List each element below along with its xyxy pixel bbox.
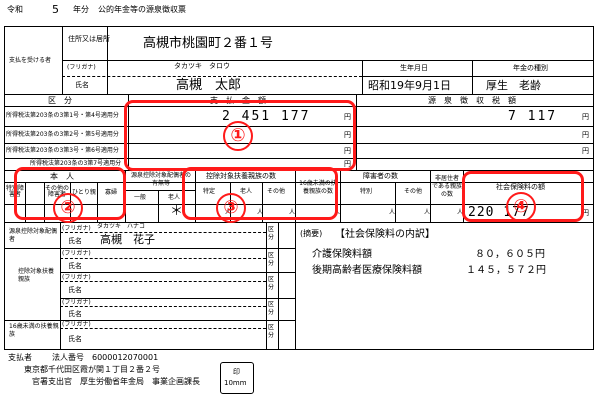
summary-title: 【社会保険料の内訳】: [335, 229, 435, 240]
payment-row-2: 所得税法第203条の3第2号・第5号適用分: [6, 131, 119, 138]
division-label: 区 分: [48, 96, 72, 105]
recipient-address: 高槻市桃園町２番１号: [143, 36, 274, 51]
general-label: 一般: [134, 194, 147, 201]
dep1-kubun: 区分: [268, 252, 275, 267]
dep1-furigana-label: (フリガナ): [62, 250, 91, 257]
summary-item-2-value: １４５，５７２円: [466, 265, 546, 276]
recipient-name: 高槻 太郎: [176, 78, 242, 93]
elderly-label: 老人: [168, 194, 181, 201]
payer-officer: 官署支出官 厚生労働省年金局 事業企画課長: [32, 377, 200, 386]
u16-name-label: 氏名: [68, 335, 82, 343]
seal-box: 印 10mm: [220, 362, 254, 394]
dep2-name-label: 氏名: [68, 286, 82, 294]
summary-label: (摘要): [300, 229, 323, 238]
highlight-dependents: [182, 167, 338, 220]
dep3-kubun: 区分: [268, 301, 275, 316]
badge-4: ④: [506, 192, 536, 222]
withholding-label: 源 泉 徴 収 税 額: [428, 96, 516, 105]
year-value: 5: [52, 3, 59, 16]
corp-no: 6000012070001: [92, 353, 159, 362]
disabled-count-label: 障害者の数: [363, 172, 398, 180]
era-label: 令和: [7, 5, 23, 14]
spouse-furigana: タカツキ ハナコ: [97, 223, 146, 230]
corp-no-label: 法人番号: [52, 353, 84, 362]
payment-row-1: 所得税法第203条の3第1号・第4号適用分: [6, 112, 119, 119]
recipient-label: 支払を受ける者: [9, 57, 52, 64]
spouse-name: 高槻 花子: [100, 233, 155, 246]
furigana-label: (フリガナ): [67, 64, 96, 71]
pension-type: 厚生 老齢: [486, 79, 541, 92]
withholding-amount: 7 117: [508, 109, 558, 124]
pension-type-label: 年金の種別: [513, 64, 548, 72]
person-unit-6: 人: [424, 209, 431, 216]
year-unit: 年分: [73, 5, 89, 14]
withholding-yen-2: 円: [582, 131, 589, 139]
spouse-kubun: 区分: [268, 226, 275, 241]
birth-label: 生年月日: [400, 64, 428, 72]
payer-address: 東京都千代田区霞が関１丁目２番２号: [24, 365, 160, 374]
form-title: 公的年金等の源泉徴収票: [98, 5, 186, 14]
spouse-furigana-label: (フリガナ): [62, 225, 91, 232]
dep1-name-label: 氏名: [68, 262, 82, 270]
recipient-furigana: タカツキ タロウ: [174, 62, 230, 70]
name-label: 氏名: [75, 81, 89, 89]
badge-1: ①: [223, 121, 253, 151]
dep3-furigana-label: (フリガナ): [62, 299, 91, 306]
summary-item-1-label: 介護保険料額: [312, 249, 372, 260]
badge-2: ②: [53, 193, 83, 223]
summary-item-2-label: 後期高齢者医療保険料額: [312, 265, 422, 276]
nonresident-label: 非居住者である親族の数: [432, 175, 462, 198]
spouse-name-label: 氏名: [68, 237, 82, 245]
withholding-yen-3: 円: [582, 147, 589, 155]
disabled-special-label: 特別: [360, 188, 373, 195]
badge-3: ③: [216, 193, 246, 223]
dep3-name-label: 氏名: [68, 310, 82, 318]
dep2-furigana-label: (フリガナ): [62, 274, 91, 281]
withholding-yen-1: 円: [582, 113, 589, 121]
spouse-section-label: 源泉控除対象配偶者: [9, 228, 58, 243]
under16-section-label: 16歳未満の扶養親族: [9, 323, 59, 338]
seal-text: 印: [233, 368, 240, 376]
seal-size: 10mm: [224, 379, 247, 387]
u16-kubun: 区分: [268, 324, 275, 339]
address-label: 住所又は居所: [68, 35, 110, 43]
dependents-section-label: 控除対象扶養親族: [18, 268, 55, 283]
payment-row-3: 所得税法第203条の3第3号・第6号適用分: [6, 147, 119, 154]
person-unit-5: 人: [389, 209, 396, 216]
disabled-other-label: その他: [404, 188, 423, 195]
birth-date: 昭和19年9月1日: [368, 79, 451, 92]
u16-furigana-label: (フリガナ): [62, 321, 91, 328]
payer-label: 支払者: [8, 353, 32, 362]
dep2-kubun: 区分: [268, 276, 275, 291]
summary-item-1-value: ８０，６０５円: [475, 249, 545, 260]
